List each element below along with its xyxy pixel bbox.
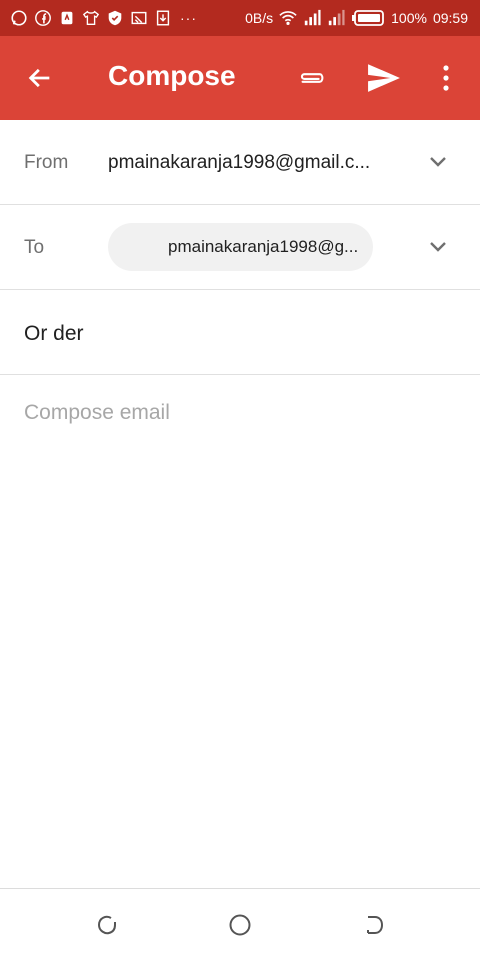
from-account[interactable]: pmainakaranja1998@gmail.c... [108, 152, 388, 174]
from-expand-button[interactable] [424, 148, 452, 176]
page-title: Compose [108, 60, 236, 91]
send-icon [368, 64, 400, 92]
more-notifications-icon: ··· [180, 10, 197, 26]
back-nav-icon [97, 915, 116, 935]
attach-button[interactable] [294, 62, 330, 94]
from-row[interactable]: From pmainakaranja1998@gmail.c... [0, 120, 480, 205]
shirt-icon [82, 9, 100, 27]
app-bar: Compose [0, 36, 480, 120]
nav-recents-button[interactable] [359, 911, 387, 939]
arrow-back-icon [28, 68, 50, 88]
recipient-chip-label: pmainakaranja1998@g... [168, 237, 359, 256]
from-label: From [24, 152, 69, 173]
more-options-button[interactable] [432, 60, 460, 96]
facebook-icon [34, 9, 52, 27]
chevron-down-icon [430, 242, 446, 252]
subject-field[interactable]: Or der [0, 290, 480, 375]
recents-icon [367, 916, 384, 934]
nav-home-button[interactable] [226, 911, 254, 939]
cast-icon [130, 9, 148, 27]
battery-icon [351, 9, 385, 27]
to-expand-button[interactable] [424, 233, 452, 261]
signal-2-icon [327, 9, 345, 27]
recipient-chip[interactable]: pmainakaranja1998@g... [108, 223, 373, 271]
to-label: To [24, 237, 45, 258]
wifi-icon [279, 9, 297, 27]
paperclip-icon [300, 73, 324, 83]
send-button[interactable] [364, 60, 404, 96]
chevron-down-icon [430, 157, 446, 167]
download-icon [154, 9, 172, 27]
to-row[interactable]: To pmainakaranja1998@g... [0, 205, 480, 290]
more-vert-icon [443, 65, 449, 91]
clock: 09:59 [432, 10, 468, 26]
signal-icon [303, 9, 321, 27]
battery-percent: 100% [391, 10, 427, 26]
home-circle-icon [229, 914, 251, 936]
subject-value[interactable]: Or der [24, 322, 84, 346]
network-speed: 0B/s [245, 10, 274, 26]
shield-icon [106, 9, 124, 27]
whatsapp-icon [10, 9, 28, 27]
navigation-bar [0, 888, 480, 960]
back-button[interactable] [24, 62, 56, 94]
nav-back-button[interactable] [93, 911, 121, 939]
store-icon [58, 9, 76, 27]
status-bar: ··· 0B/s 100% 09:59 [0, 0, 480, 36]
compose-body-field[interactable]: Compose email [24, 401, 170, 425]
